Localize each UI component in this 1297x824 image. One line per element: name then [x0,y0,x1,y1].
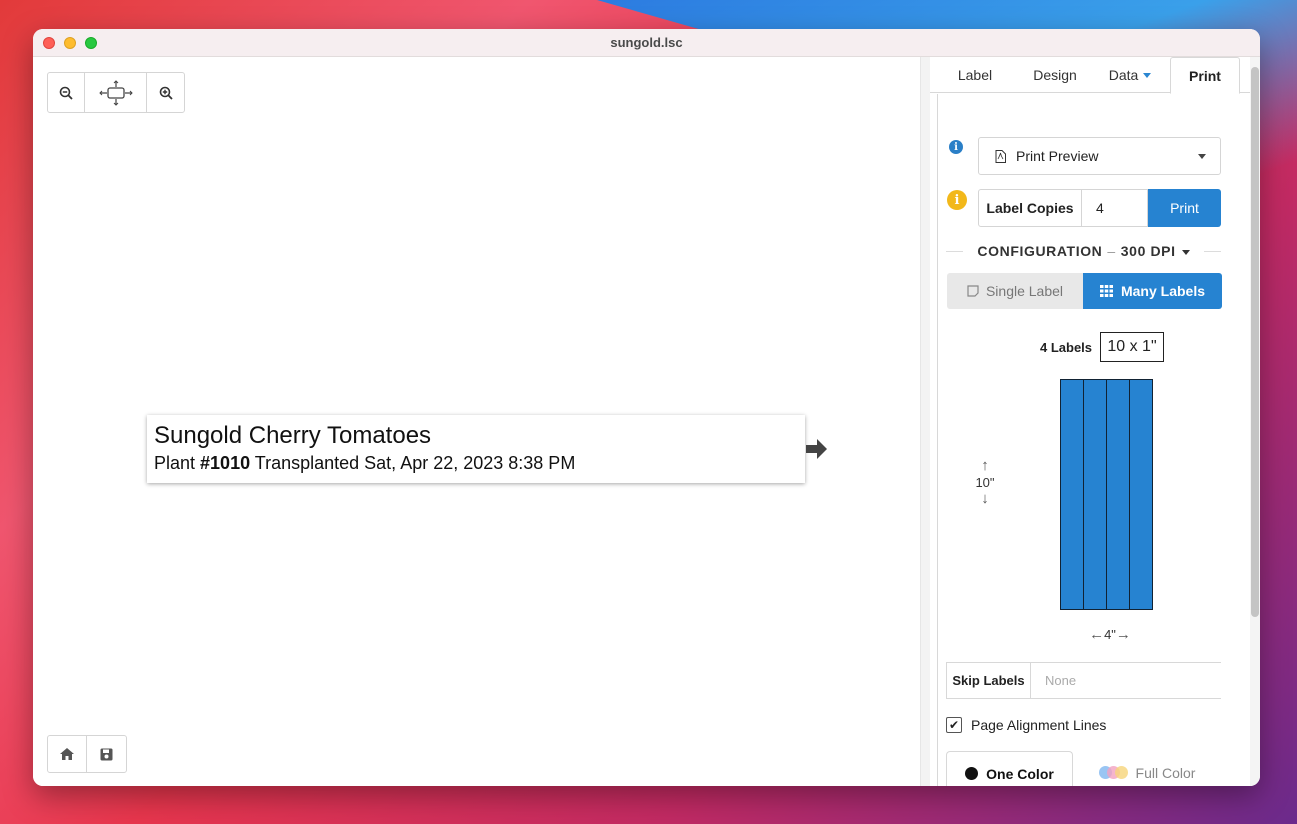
home-button[interactable] [48,736,87,772]
zoom-out-icon [59,86,73,100]
full-color-label: Full Color [1135,764,1196,781]
label-subtitle-prefix: Plant [154,453,201,473]
dpi-value: 300 DPI [1120,243,1176,259]
feed-direction-arrow-icon [806,439,828,464]
divider [1203,250,1222,252]
dpi-caret-icon [1181,249,1190,255]
title-bar: sungold.lsc [33,29,1260,57]
close-window-button[interactable] [43,37,55,49]
scrollbar-thumb[interactable] [1251,67,1259,617]
alignment-lines-label: Page Alignment Lines [971,717,1107,733]
arrow-down-icon: ↓ [981,490,989,507]
sheet-height-value: 10" [975,475,995,490]
divider [946,250,964,252]
app-window: sungold.lsc Sungold Cherry Tomatoes Plan… [33,29,1260,786]
tab-print[interactable]: Print [1170,57,1240,94]
copies-input[interactable] [1082,189,1148,227]
window-title: sungold.lsc [610,35,683,50]
fit-screen-icon [98,79,133,106]
sheet-width-dimension: ←4"→ [1080,626,1140,644]
separator: – [1107,243,1116,259]
labels-count: 4 Labels [1040,340,1093,355]
skip-labels-label: Skip Labels [946,663,1031,698]
tab-label[interactable]: Label [930,57,1020,93]
panel-scrollbar[interactable] [1250,57,1260,786]
print-mode-select[interactable]: Print Preview [978,137,1221,175]
tab-data[interactable]: Data [1090,57,1170,93]
sheet-width-value: 4" [1104,627,1116,642]
label-mode-toggle: Single Label Many Labels [947,273,1222,309]
config-title-text: CONFIGURATION [977,243,1103,259]
label-preview[interactable]: Sungold Cherry Tomatoes Plant #1010 Tran… [147,415,805,483]
info-icon[interactable]: i [949,140,963,154]
save-icon [100,748,113,760]
label-plant-number: #1010 [200,453,251,473]
panel-tabs: Label Design Data Print [930,57,1250,94]
warning-info-icon[interactable]: i [947,190,967,210]
alignment-lines-option[interactable]: ✔ Page Alignment Lines [946,717,1106,733]
alignment-lines-checkbox[interactable]: ✔ [946,717,962,733]
copies-label: Label Copies [978,189,1082,227]
single-label-icon [967,285,979,297]
maximize-window-button[interactable] [85,37,97,49]
single-label-button[interactable]: Single Label [947,273,1083,309]
panel-splitter[interactable] [920,57,930,786]
sheet-label-column [1061,380,1084,609]
canvas-area[interactable]: Sungold Cherry Tomatoes Plant #1010 Tran… [33,57,920,786]
one-color-label: One Color [986,765,1054,782]
zoom-in-icon [159,86,173,100]
arrow-left-icon: ← [1089,626,1105,643]
color-mode-tabs: One Color Full Color [946,751,1221,786]
bottom-toolbar [47,735,127,773]
zoom-out-button[interactable] [48,73,85,112]
grid-icon [1099,285,1113,297]
minimize-window-button[interactable] [64,37,76,49]
sheet-label-column [1107,380,1130,609]
skip-labels-input[interactable] [1031,663,1221,698]
sheet-height-dimension: ↑ 10" ↓ [970,457,1000,508]
tab-data-label: Data [1108,67,1139,83]
configuration-header[interactable]: CONFIGURATION –300 DPI [946,243,1222,259]
zoom-toolbar [47,72,185,113]
pdf-file-icon [995,149,1006,163]
chevron-down-icon [1198,154,1206,159]
black-dot-icon [965,767,979,780]
caret-down-icon [1143,72,1152,78]
print-panel: Label Design Data Print i Print Preview … [930,57,1250,786]
many-labels-text: Many Labels [1120,283,1206,299]
skip-labels-row: Skip Labels [946,662,1221,699]
label-subtitle-suffix: Transplanted Sat, Apr 22, 2023 8:38 PM [250,453,576,473]
configuration-title: CONFIGURATION –300 DPI [963,243,1203,259]
sheet-label-column [1084,380,1107,609]
tab-design[interactable]: Design [1020,57,1090,93]
home-icon [60,748,74,760]
fit-to-screen-button[interactable] [85,73,147,112]
sheet-label-column [1130,380,1152,609]
print-mode-value: Print Preview [1016,148,1099,164]
print-button[interactable]: Print [1148,189,1221,227]
color-dots-icon [1098,766,1128,779]
tab-one-color[interactable]: One Color [946,751,1073,786]
copies-row: Label Copies Print [978,189,1221,227]
tab-full-color[interactable]: Full Color [1073,751,1221,786]
zoom-in-button[interactable] [147,73,184,112]
label-subtitle-text: Plant #1010 Transplanted Sat, Apr 22, 20… [154,451,798,475]
label-title-text: Sungold Cherry Tomatoes [154,422,432,449]
many-labels-button[interactable]: Many Labels [1083,273,1222,309]
single-label-text: Single Label [985,283,1064,299]
arrow-up-icon: ↑ [981,457,989,474]
label-size-field[interactable]: 10 x 1" [1100,332,1164,362]
traffic-lights [43,37,97,49]
arrow-right-icon: → [1115,626,1131,643]
sheet-layout-preview [1060,379,1153,610]
save-button[interactable] [87,736,126,772]
